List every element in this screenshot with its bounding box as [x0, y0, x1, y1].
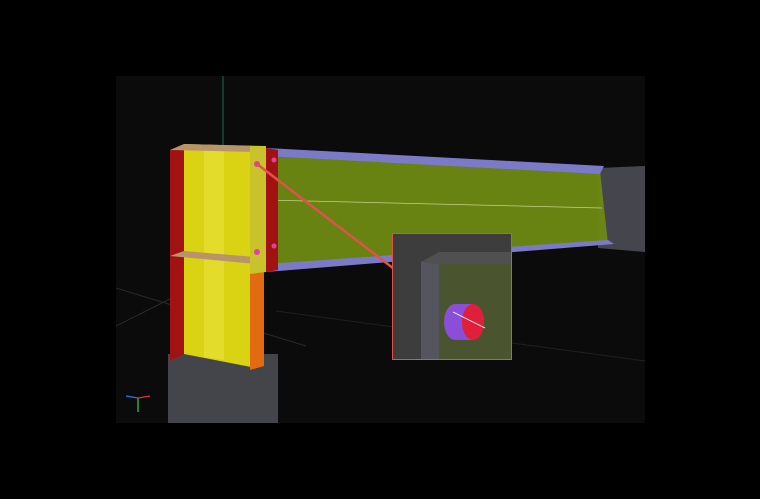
- bolt-icon[interactable]: [254, 249, 260, 255]
- bolt-icon[interactable]: [271, 157, 277, 163]
- front-stiffener[interactable]: [250, 272, 264, 370]
- model-scene[interactable]: [116, 76, 645, 423]
- bolt-icon[interactable]: [271, 243, 277, 249]
- zoom-inset[interactable]: [392, 233, 512, 360]
- 3d-viewport[interactable]: [116, 76, 645, 423]
- zoom-inset-scene: [393, 234, 511, 359]
- ground-grid-line: [116, 295, 177, 327]
- end-plate-right[interactable]: [266, 148, 278, 272]
- inset-flange: [421, 262, 439, 359]
- axis-triad-icon: [125, 395, 151, 412]
